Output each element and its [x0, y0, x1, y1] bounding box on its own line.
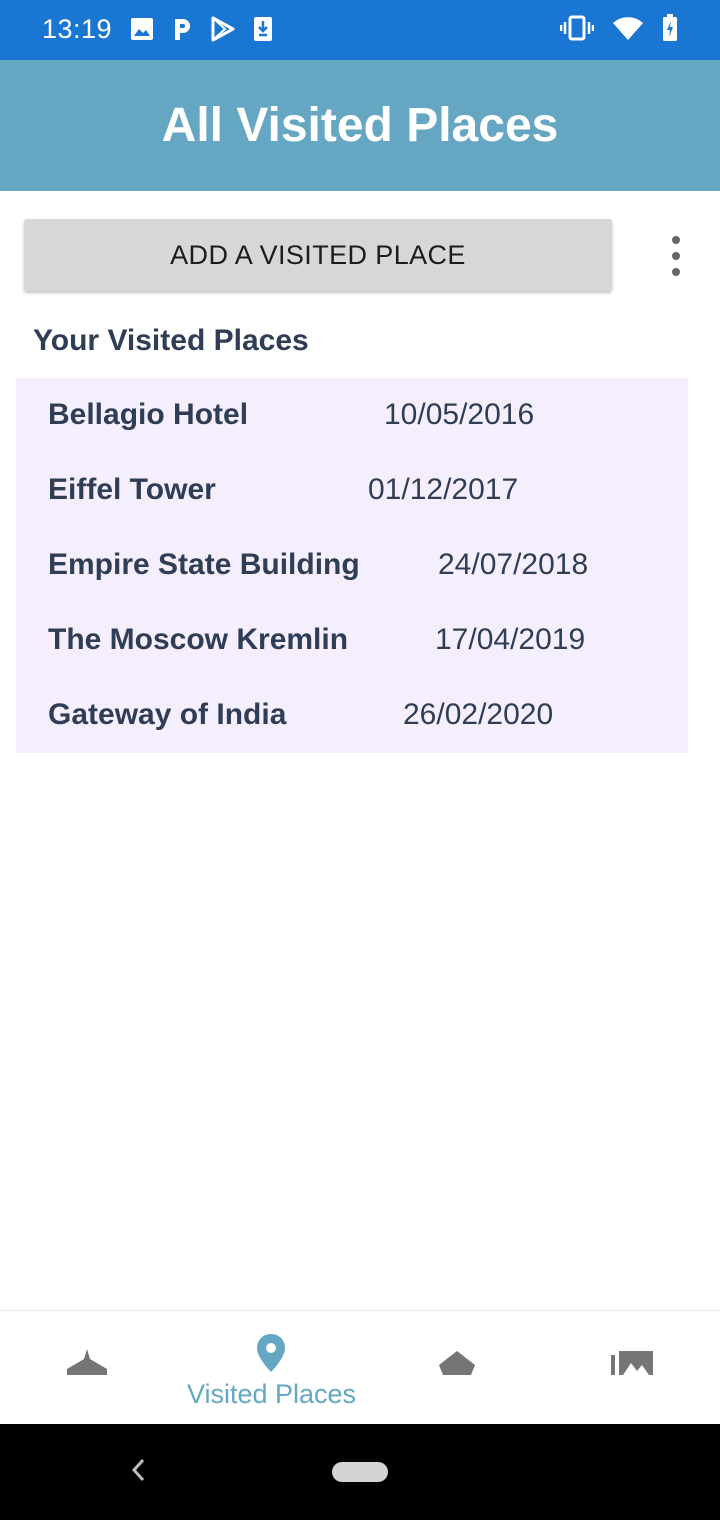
place-name: Bellagio Hotel [48, 398, 249, 431]
status-time: 13:19 [42, 14, 113, 44]
photo-album-icon [611, 1351, 653, 1375]
home-button[interactable] [332, 1462, 388, 1482]
place-date: 26/02/2020 [403, 698, 554, 731]
place-name: The Moscow Kremlin [48, 623, 349, 656]
place-name: Gateway of India [48, 698, 287, 731]
wifi-icon [613, 17, 643, 40]
list-item[interactable]: Gateway of India 26/02/2020 [16, 678, 688, 753]
back-icon[interactable] [128, 1457, 148, 1483]
nav-item-layers[interactable] [368, 1311, 543, 1425]
bottom-navigation: Visited Places [0, 1310, 720, 1424]
place-date: 17/04/2019 [435, 623, 586, 656]
play-store-icon [211, 16, 235, 42]
download-icon [254, 17, 272, 41]
place-date: 24/07/2018 [438, 548, 589, 581]
nav-item-gallery[interactable] [543, 1311, 720, 1425]
list-item[interactable]: Bellagio Hotel 10/05/2016 [16, 378, 688, 453]
parking-icon [175, 19, 190, 40]
list-item[interactable]: The Moscow Kremlin 17/04/2019 [16, 603, 688, 678]
status-notification-icons [130, 16, 274, 42]
page-title: All Visited Places [161, 99, 559, 152]
list-item[interactable]: Empire State Building 24/07/2018 [16, 528, 688, 603]
visited-places-list: Bellagio Hotel 10/05/2016 Eiffel Tower 0… [16, 378, 688, 753]
vibrate-icon [560, 15, 594, 41]
image-icon [131, 18, 153, 40]
system-navigation-bar [0, 1424, 720, 1520]
status-system-icons [560, 14, 678, 42]
place-date: 01/12/2017 [368, 473, 519, 506]
app-bar: All Visited Places [0, 60, 720, 191]
place-name: Eiffel Tower [48, 473, 216, 506]
nav-item-visited-places[interactable]: Visited Places [175, 1311, 368, 1425]
airplane-icon [67, 1349, 107, 1375]
status-bar: 13:19 [0, 0, 720, 60]
battery-charging-icon [663, 14, 677, 41]
nav-label-visited-places: Visited Places [186, 1379, 357, 1409]
location-pin-icon [257, 1334, 285, 1372]
place-date: 10/05/2016 [384, 398, 535, 431]
place-name: Empire State Building [48, 548, 360, 581]
layers-icon [439, 1351, 475, 1375]
nav-item-trips[interactable] [0, 1311, 175, 1425]
add-visited-place-button[interactable]: ADD A VISITED PLACE [24, 219, 612, 291]
section-heading: Your Visited Places [33, 324, 309, 357]
list-item[interactable]: Eiffel Tower 01/12/2017 [16, 453, 688, 528]
more-options-icon[interactable] [660, 236, 692, 276]
